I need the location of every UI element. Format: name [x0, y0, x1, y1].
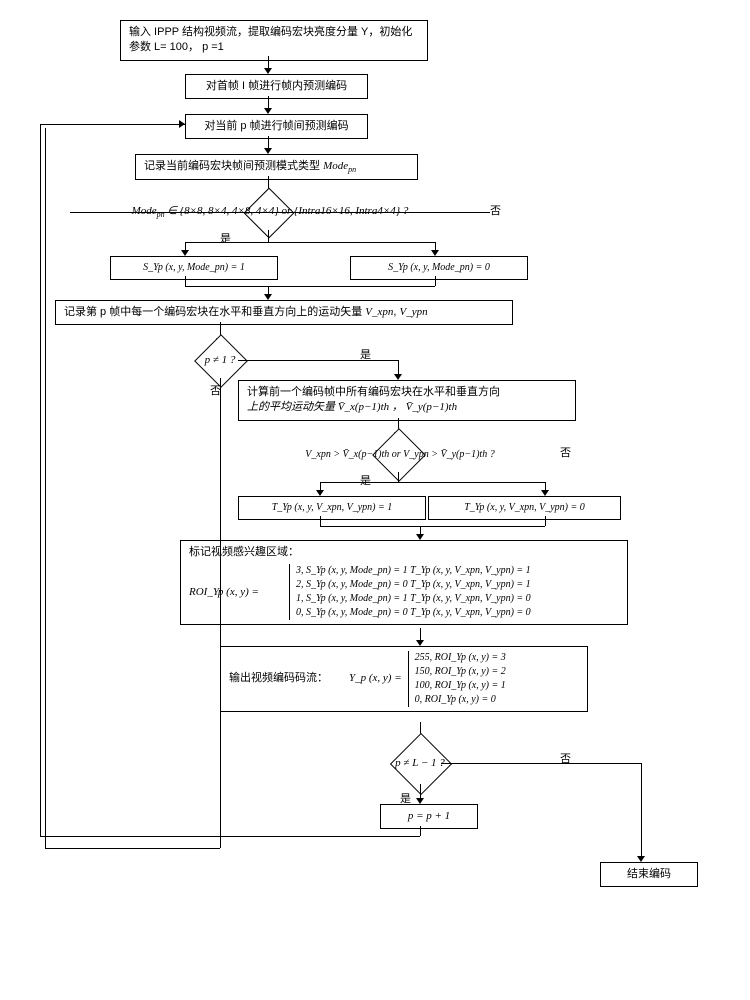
r2: 100, ROI_Yp (x, y) = 1: [415, 679, 506, 693]
step-record-mode: 记录当前编码宏块帧间预测模式类型 Modepn: [135, 154, 418, 180]
v2: V_ypn: [400, 306, 428, 318]
r3: 0, ROI_Yp (x, y) = 0: [415, 693, 506, 707]
step-end: 结束编码: [600, 862, 698, 887]
decision-v-text: V_xpn > V̄_x(p−1)th or V_ypn > V̄_y(p−1)…: [245, 444, 555, 464]
step-avg-mv: 计算前一个编码帧中所有编码宏块在水平和垂直方向 上的平均运动矢量 V̄_x(p−…: [238, 380, 576, 421]
v1: V_xpn: [365, 306, 393, 318]
step-increment: p = p + 1: [380, 804, 478, 829]
r1: 150, ROI_Yp (x, y) = 2: [415, 665, 506, 679]
r1: 2, S_Yp (x, y, Mode_pn) = 0 T_Yp (x, y, …: [296, 578, 531, 592]
step-input: 输入 IPPP 结构视频流，提取编码宏块亮度分量 Y，初始化参数 L= 100，…: [120, 20, 428, 61]
pre: 输出视频编码码流：: [229, 671, 349, 686]
s-eq-1: S_Yp (x, y, Mode_pn) = 1: [110, 256, 278, 280]
step-record-mv: 记录第 p 帧中每一个编码宏块在水平和垂直方向上的运动矢量 V_xpn, V_y…: [55, 300, 513, 325]
r0: 3, S_Yp (x, y, Mode_pn) = 1 T_Yp (x, y, …: [296, 564, 531, 578]
no-label: 否: [490, 202, 501, 218]
no-label-3: 否: [560, 444, 571, 460]
title: 标记视频感兴趣区域：: [189, 545, 619, 560]
var: Mode: [323, 160, 348, 172]
yes-label-3: 是: [360, 472, 371, 488]
l2: 上的平均运动矢量 V̄_x(p−1)th ， V̄_y(p−1)th: [247, 400, 567, 415]
step-output: 输出视频编码码流： Y_p (x, y) = 255, ROI_Yp (x, y…: [220, 646, 588, 712]
yes-label: 是: [220, 230, 231, 246]
t: 记录第 p 帧中每一个编码宏块在水平和垂直方向上的运动矢量: [64, 306, 365, 318]
step-intra: 对首帧 I 帧进行帧内预测编码: [185, 74, 368, 99]
lhs: ROI_Yp (x, y) =: [189, 585, 289, 600]
r3: 0, S_Yp (x, y, Mode_pn) = 0 T_Yp (x, y, …: [296, 606, 531, 620]
step-roi: 标记视频感兴趣区域： ROI_Yp (x, y) = 3, S_Yp (x, y…: [180, 540, 628, 625]
t-eq-0: T_Yp (x, y, V_xpn, V_ypn) = 0: [428, 496, 621, 520]
s-eq-0: S_Yp (x, y, Mode_pn) = 0: [350, 256, 528, 280]
step-inter: 对当前 p 帧进行帧间预测编码: [185, 114, 368, 139]
lhs: Y_p (x, y) =: [349, 671, 402, 686]
text: 记录当前编码宏块帧间预测模式类型: [144, 160, 323, 172]
sub: pn: [348, 165, 356, 174]
r2: 1, S_Yp (x, y, Mode_pn) = 1 T_Yp (x, y, …: [296, 592, 531, 606]
r0: 255, ROI_Yp (x, y) = 3: [415, 651, 506, 665]
t-eq-1: T_Yp (x, y, V_xpn, V_ypn) = 1: [238, 496, 426, 520]
l1: 计算前一个编码帧中所有编码宏块在水平和垂直方向: [247, 385, 567, 400]
